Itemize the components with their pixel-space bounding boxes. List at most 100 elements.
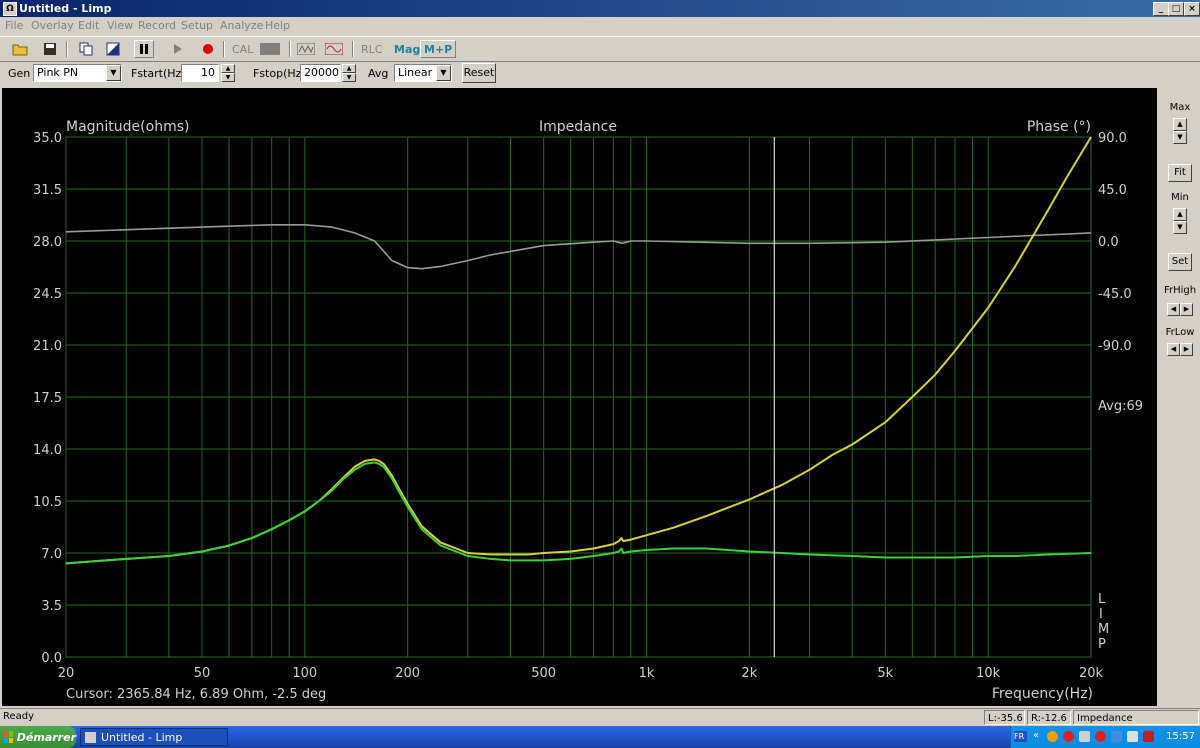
noise-icon[interactable] xyxy=(296,40,316,58)
y-tick-label: 31.5 xyxy=(33,183,62,198)
tray-icon-4[interactable] xyxy=(1127,731,1138,742)
close-button[interactable]: × xyxy=(1184,2,1200,16)
limp-letter-p: P xyxy=(1098,637,1106,652)
status-left-value: L:-35.6 xyxy=(984,710,1025,725)
generator-icon[interactable] xyxy=(260,40,280,58)
series-line-2 xyxy=(65,224,1092,270)
menu-analyze[interactable]: Analyze xyxy=(220,19,263,32)
gen-select[interactable]: Pink PN ▼ xyxy=(33,64,122,82)
menu-view[interactable]: View xyxy=(107,19,133,32)
menu-help[interactable]: Help xyxy=(265,19,290,32)
pause-button[interactable] xyxy=(134,40,154,58)
x-tick-label: 5k xyxy=(877,666,893,681)
gen-value: Pink PN xyxy=(37,66,79,79)
status-bar: Ready L:-35.6 R:-12.6 Impedance Measurem… xyxy=(0,708,1200,739)
y2-tick-label: 90.0 xyxy=(1098,131,1127,146)
fstart-spinner[interactable]: ▲ ▼ xyxy=(221,64,235,82)
fstart-input[interactable]: 10 xyxy=(181,64,219,82)
gen-label: Gen xyxy=(8,67,31,80)
y-tick-label: 17.5 xyxy=(33,391,62,406)
max-spinner[interactable]: ▲ ▼ xyxy=(1173,118,1187,144)
avg-label: Avg xyxy=(368,67,389,80)
avg-select[interactable]: Linear ▼ xyxy=(394,64,452,82)
series-line-1 xyxy=(65,461,1092,565)
y-tick-label: 10.5 xyxy=(33,495,62,510)
scale-panel: Max ▲ ▼ Fit Min ▲ ▼ Set FrHigh ◀ ▶ FrLow ◀ ▶ xyxy=(1160,88,1200,706)
cursor-mode-icon[interactable] xyxy=(103,40,123,58)
mag-button[interactable]: Mag xyxy=(392,40,422,58)
tray-icon-1[interactable] xyxy=(1047,731,1058,742)
limp-letter-i: I xyxy=(1099,607,1103,622)
play-icon[interactable] xyxy=(168,40,188,58)
maximize-button[interactable]: □ xyxy=(1168,2,1184,16)
x-tick-label: 200 xyxy=(395,666,420,681)
chevron-down-icon[interactable]: ▼ xyxy=(106,65,121,81)
chart-svg[interactable]: 0.0 3.5 7.0 10.5 14.0 17.5 21.0 24.5 28.0 31.5 35.… xyxy=(2,88,1157,706)
frlow-spinner[interactable]: ◀ ▶ xyxy=(1167,343,1193,356)
chevron-left-icon[interactable]: « xyxy=(1033,731,1044,742)
app-icon xyxy=(85,732,96,743)
x-tick-label: 100 xyxy=(292,666,317,681)
window-title: Untitled - Limp xyxy=(19,2,112,15)
x-tick-label: 20 xyxy=(58,666,75,681)
volume-icon[interactable] xyxy=(1079,731,1090,742)
x-tick-label: 50 xyxy=(194,666,211,681)
mag-phase-button[interactable]: M+P xyxy=(420,40,457,58)
y2-tick-label: 45.0 xyxy=(1098,183,1127,198)
toolbar: CAL RLC Mag M+P xyxy=(0,36,1200,62)
shield-icon[interactable] xyxy=(1143,731,1154,742)
fstop-label: Fstop(Hz) xyxy=(253,67,306,80)
y-tick-label: 35.0 xyxy=(33,131,62,146)
taskbar-item-limp[interactable]: Untitled - Limp xyxy=(80,728,228,746)
menu-edit[interactable]: Edit xyxy=(78,19,99,32)
language-icon[interactable]: FR xyxy=(1014,731,1027,742)
save-icon[interactable] xyxy=(40,40,60,58)
y2-tick-label: -45.0 xyxy=(1098,287,1132,302)
fstop-input[interactable]: 20000 xyxy=(300,64,341,82)
status-text: Ready xyxy=(3,711,35,722)
open-folder-icon[interactable] xyxy=(10,40,30,58)
series-layer xyxy=(65,136,1092,565)
status-right-value: R:-12.6 xyxy=(1027,710,1071,725)
taskbar: Démarrer Untitled - Limp FR « 15:57 xyxy=(0,726,1200,748)
menu-record[interactable]: Record xyxy=(138,19,176,32)
menu-file[interactable]: File xyxy=(5,19,23,32)
start-button[interactable]: Démarrer xyxy=(0,726,76,748)
windows-flag-icon xyxy=(4,731,13,743)
menu-setup[interactable]: Setup xyxy=(181,19,213,32)
app-icon: Ω xyxy=(3,2,17,16)
cal-button[interactable]: CAL xyxy=(230,40,255,58)
fit-button[interactable]: Fit xyxy=(1168,164,1192,182)
x-tick-label: 1k xyxy=(639,666,655,681)
frhigh-spinner[interactable]: ◀ ▶ xyxy=(1167,303,1193,316)
y-axis-title: Magnitude(ohms) xyxy=(66,119,189,135)
tray-icon-3[interactable] xyxy=(1095,731,1106,742)
avg-value: Linear xyxy=(398,66,433,79)
fstop-spinner[interactable]: ▲ ▼ xyxy=(342,64,356,82)
limp-letter-m: M xyxy=(1098,622,1109,637)
limp-letter-l: L xyxy=(1098,592,1106,607)
minimize-button[interactable]: _ xyxy=(1153,2,1169,16)
copy-icon[interactable] xyxy=(76,40,96,58)
network-icon[interactable] xyxy=(1111,731,1122,742)
record-icon[interactable] xyxy=(198,40,218,58)
avg-count: Avg:69 xyxy=(1098,399,1143,414)
status-mode: Impedance Measurement xyxy=(1073,710,1199,739)
series-line-0 xyxy=(65,136,1092,565)
sine-icon[interactable] xyxy=(324,40,344,58)
grid xyxy=(65,136,1092,658)
x-tick-label: 10k xyxy=(976,666,1001,681)
rlc-button[interactable]: RLC xyxy=(359,40,384,58)
y-tick-label: 21.0 xyxy=(33,339,62,354)
tray-icon-2[interactable] xyxy=(1063,731,1074,742)
y-tick-label: 7.0 xyxy=(41,547,62,562)
reset-button[interactable]: Reset xyxy=(462,63,496,83)
menu-overlay[interactable]: Overlay xyxy=(31,19,74,32)
x-axis-title: Frequency(Hz) xyxy=(992,686,1093,702)
y2-tick-label: -90.0 xyxy=(1098,339,1132,354)
frlow-label: FrLow xyxy=(1165,327,1195,338)
chevron-down-icon[interactable]: ▼ xyxy=(436,65,451,81)
impedance-chart[interactable]: 0.0 3.5 7.0 10.5 14.0 17.5 21.0 24.5 28.0 31.5 35.… xyxy=(2,88,1157,706)
min-spinner[interactable]: ▲ ▼ xyxy=(1173,208,1187,234)
set-button[interactable]: Set xyxy=(1168,253,1192,271)
